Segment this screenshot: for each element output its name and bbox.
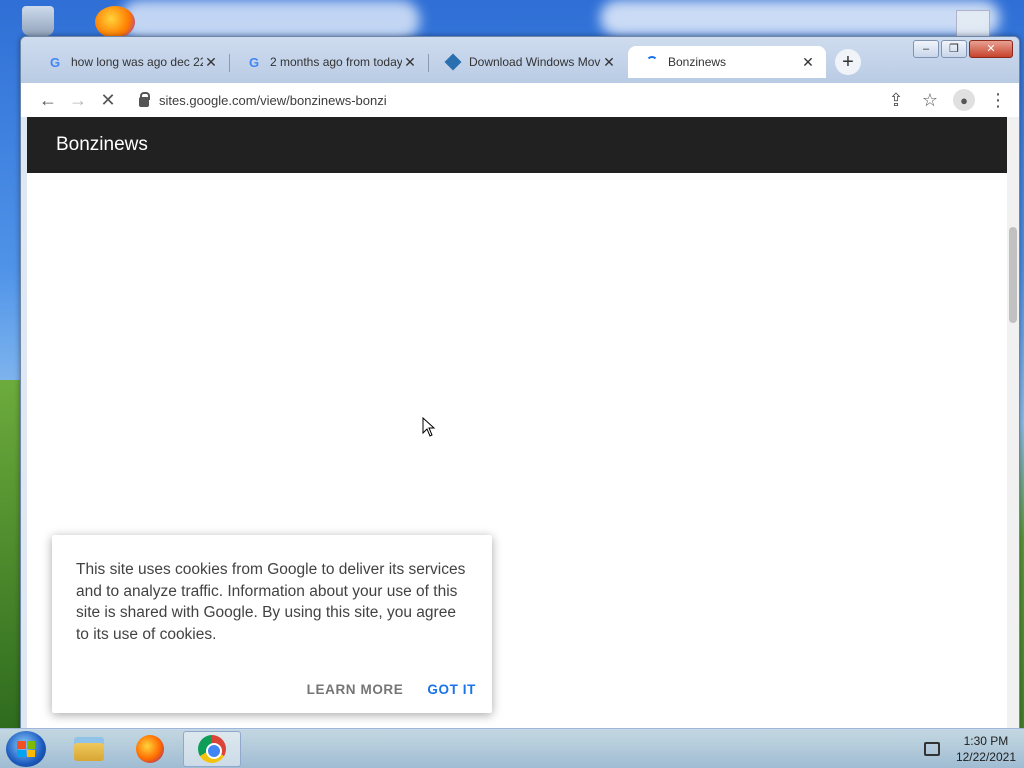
profile-button[interactable]: ●: [949, 85, 979, 115]
system-tray: 1:30 PM 12/22/2021: [923, 733, 1016, 765]
mouse-cursor-icon: [422, 416, 436, 442]
minimize-button[interactable]: –: [913, 40, 939, 58]
url-text[interactable]: sites.google.com/view/bonzinews-bonzi: [159, 93, 387, 108]
lock-icon[interactable]: [139, 92, 150, 107]
tab-title: how long was ago dec 22: [71, 55, 203, 69]
title-bar: G how long was ago dec 22 ✕ G 2 months a…: [21, 37, 1019, 83]
desktop-cloud: [120, 0, 420, 40]
close-window-button[interactable]: ✕: [969, 40, 1013, 58]
close-icon[interactable]: ✕: [800, 54, 816, 71]
cookie-banner: This site uses cookies from Google to de…: [52, 535, 492, 713]
stop-loading-icon[interactable]: ✕: [93, 85, 123, 115]
back-arrow-icon[interactable]: ←: [33, 85, 63, 115]
taskbar-explorer[interactable]: [60, 731, 118, 767]
got-it-button[interactable]: GOT IT: [427, 682, 476, 697]
site-header: Bonzinews: [27, 117, 1007, 173]
tab-2[interactable]: G 2 months ago from today ✕: [230, 46, 429, 78]
tab-title: Bonzinews: [668, 55, 727, 69]
clock-date: 12/22/2021: [955, 750, 1016, 764]
tab-1[interactable]: G how long was ago dec 22 ✕: [31, 46, 230, 78]
file-explorer-icon: [74, 737, 104, 761]
tab-3[interactable]: Download Windows Mov ✕: [429, 46, 627, 78]
learn-more-button[interactable]: LEARN MORE: [307, 682, 404, 697]
close-icon[interactable]: ✕: [402, 54, 418, 71]
close-icon[interactable]: ✕: [203, 54, 219, 71]
desktop-cloud: [600, 0, 1000, 36]
address-bar[interactable]: sites.google.com/view/bonzinews-bonzi: [139, 85, 879, 115]
windows-logo-icon: [17, 741, 35, 757]
firefox-desktop-icon[interactable]: [95, 6, 135, 38]
firefox-icon: [136, 735, 164, 763]
web-page: Bonzinews This site uses cookies from Go…: [27, 117, 1019, 729]
recycle-bin-icon[interactable]: [22, 6, 54, 36]
taskbar-firefox[interactable]: [121, 731, 179, 767]
cookie-actions: LEARN MORE GOT IT: [307, 682, 476, 697]
new-tab-button[interactable]: +: [835, 49, 861, 75]
chrome-window: G how long was ago dec 22 ✕ G 2 months a…: [20, 36, 1020, 730]
cookie-message: This site uses cookies from Google to de…: [76, 561, 466, 643]
toolbar: ← → ✕ sites.google.com/view/bonzinews-bo…: [21, 83, 1019, 117]
diamond-icon: [444, 53, 462, 71]
scroll-thumb[interactable]: [1009, 227, 1017, 323]
tab-4-active[interactable]: Bonzinews ✕: [628, 46, 826, 78]
google-icon: G: [49, 54, 61, 70]
tab-title: 2 months ago from today: [270, 55, 402, 69]
network-icon[interactable]: [923, 742, 940, 756]
chrome-icon: [198, 735, 226, 763]
forward-arrow-icon[interactable]: →: [63, 85, 93, 115]
taskbar-chrome[interactable]: [183, 731, 241, 767]
tab-strip: G how long was ago dec 22 ✕ G 2 months a…: [31, 46, 861, 78]
site-title[interactable]: Bonzinews: [56, 134, 148, 156]
taskbar: 1:30 PM 12/22/2021: [0, 728, 1024, 768]
share-icon[interactable]: ⇪: [881, 85, 911, 115]
clock-time: 1:30 PM: [963, 734, 1009, 748]
clock[interactable]: 1:30 PM 12/22/2021: [956, 733, 1016, 765]
google-icon: G: [248, 54, 260, 70]
tab-title: Download Windows Mov: [469, 55, 601, 69]
page-scrollbar[interactable]: [1007, 117, 1019, 729]
loading-spinner-icon: [644, 54, 660, 70]
maximize-button[interactable]: ❐: [941, 40, 967, 58]
menu-kebab-icon[interactable]: ⋮: [983, 85, 1013, 115]
toolbar-actions: ⇪ ☆ ● ⋮: [881, 85, 1013, 115]
window-controls: – ❐ ✕: [913, 40, 1013, 58]
start-button[interactable]: [6, 731, 46, 767]
close-icon[interactable]: ✕: [601, 54, 617, 71]
person-icon: ●: [953, 89, 975, 111]
bookmark-star-icon[interactable]: ☆: [915, 85, 945, 115]
